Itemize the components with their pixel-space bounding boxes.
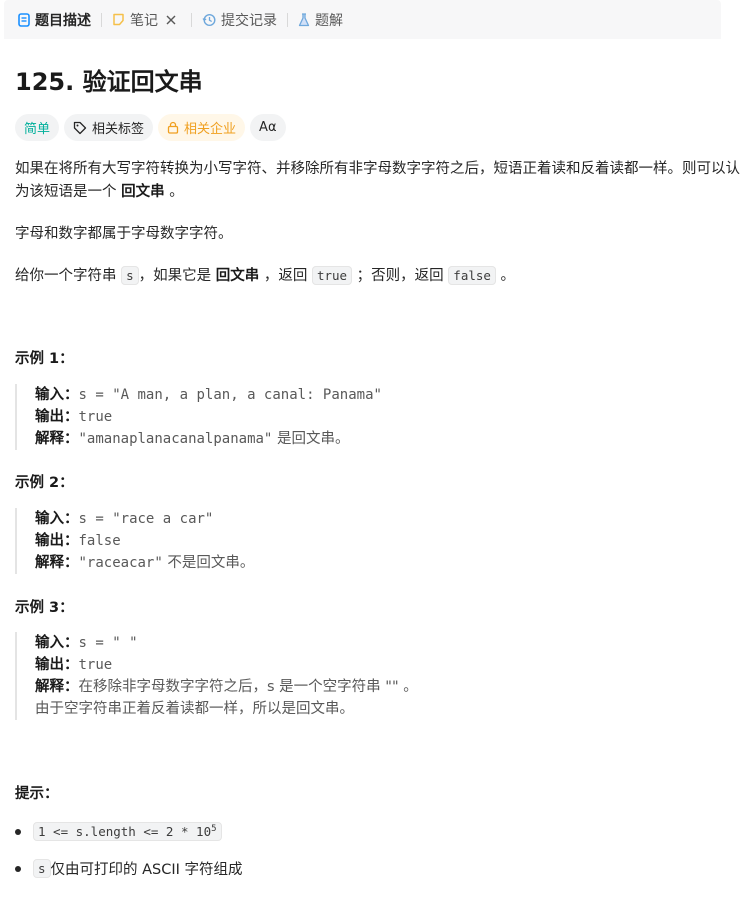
close-icon[interactable] — [166, 15, 181, 25]
hints-title: 提示： — [15, 786, 59, 802]
description-paragraph: 如果在将所有大写字符转换为小写字符、并移除所有非字母数字字符之后，短语正着读和反… — [15, 161, 740, 200]
example-block: 输入：s = "A man, a plan, a canal: Panama" … — [15, 384, 382, 450]
tab-divider — [287, 12, 288, 27]
tab-divider — [101, 12, 102, 27]
description-paragraph: 给你一个字符串 s ，如果它是 回文串 ，返回 true ；否则，返回 false… — [15, 266, 516, 285]
tab-solutions[interactable]: 题解 — [292, 0, 349, 39]
tab-notes[interactable]: 笔记 — [106, 0, 187, 39]
list-item: 1 <= s.length <= 2 * 105 — [15, 822, 222, 842]
bullet — [15, 828, 21, 835]
related-companies-button[interactable]: 相关企业 — [158, 114, 246, 141]
tab-divider — [191, 12, 192, 27]
list-item: s 仅由可打印的 ASCII 字符组成 — [15, 858, 243, 879]
tag-icon — [73, 121, 87, 134]
example-title: 示例 3： — [15, 600, 74, 616]
translate-button[interactable]: Aα — [250, 114, 286, 141]
page-title[interactable]: 125. 验证回文串 — [15, 62, 203, 97]
tab-description-label: 题目描述 — [35, 12, 91, 29]
difficulty-badge: 简单 — [15, 114, 60, 141]
tab-submissions-label: 提交记录 — [221, 12, 277, 29]
lock-icon — [167, 121, 179, 134]
related-companies-label: 相关企业 — [184, 122, 237, 137]
tab-description[interactable]: 题目描述 — [12, 0, 97, 39]
related-tags-button[interactable]: 相关标签 — [64, 114, 154, 141]
translate-icon: Aα — [259, 120, 277, 135]
example-title: 示例 2： — [15, 475, 74, 491]
tab-submissions[interactable]: 提交记录 — [196, 0, 283, 39]
inline-code: s — [33, 859, 51, 878]
inline-code: s — [121, 266, 139, 285]
inline-code: false — [448, 266, 496, 285]
example-block: 输入：s = "race a car" 输出：false 解释："raceaca… — [15, 508, 254, 574]
tab-notes-label: 笔记 — [130, 12, 158, 29]
history-icon — [202, 13, 216, 26]
inline-code: 1 <= s.length <= 2 * 105 — [33, 822, 222, 842]
example-block: 输入：s = " " 输出：true 解释：在移除非字母数字字符之后，s 是一个… — [15, 632, 418, 720]
example-title: 示例 1： — [15, 351, 74, 367]
document-icon — [18, 12, 30, 27]
tab-solutions-label: 题解 — [315, 12, 343, 29]
note-icon — [113, 13, 124, 26]
flask-icon — [298, 12, 310, 26]
inline-code: true — [311, 266, 353, 285]
tab-bar: 题目描述 笔记 提交记录 题解 — [4, 0, 721, 39]
description-paragraph: 字母和数字都属于字母数字字符。 — [15, 226, 233, 242]
bullet — [15, 865, 21, 872]
related-tags-label: 相关标签 — [92, 122, 145, 137]
tag-row: 简单 相关标签 相关企业 Aα — [15, 114, 286, 141]
